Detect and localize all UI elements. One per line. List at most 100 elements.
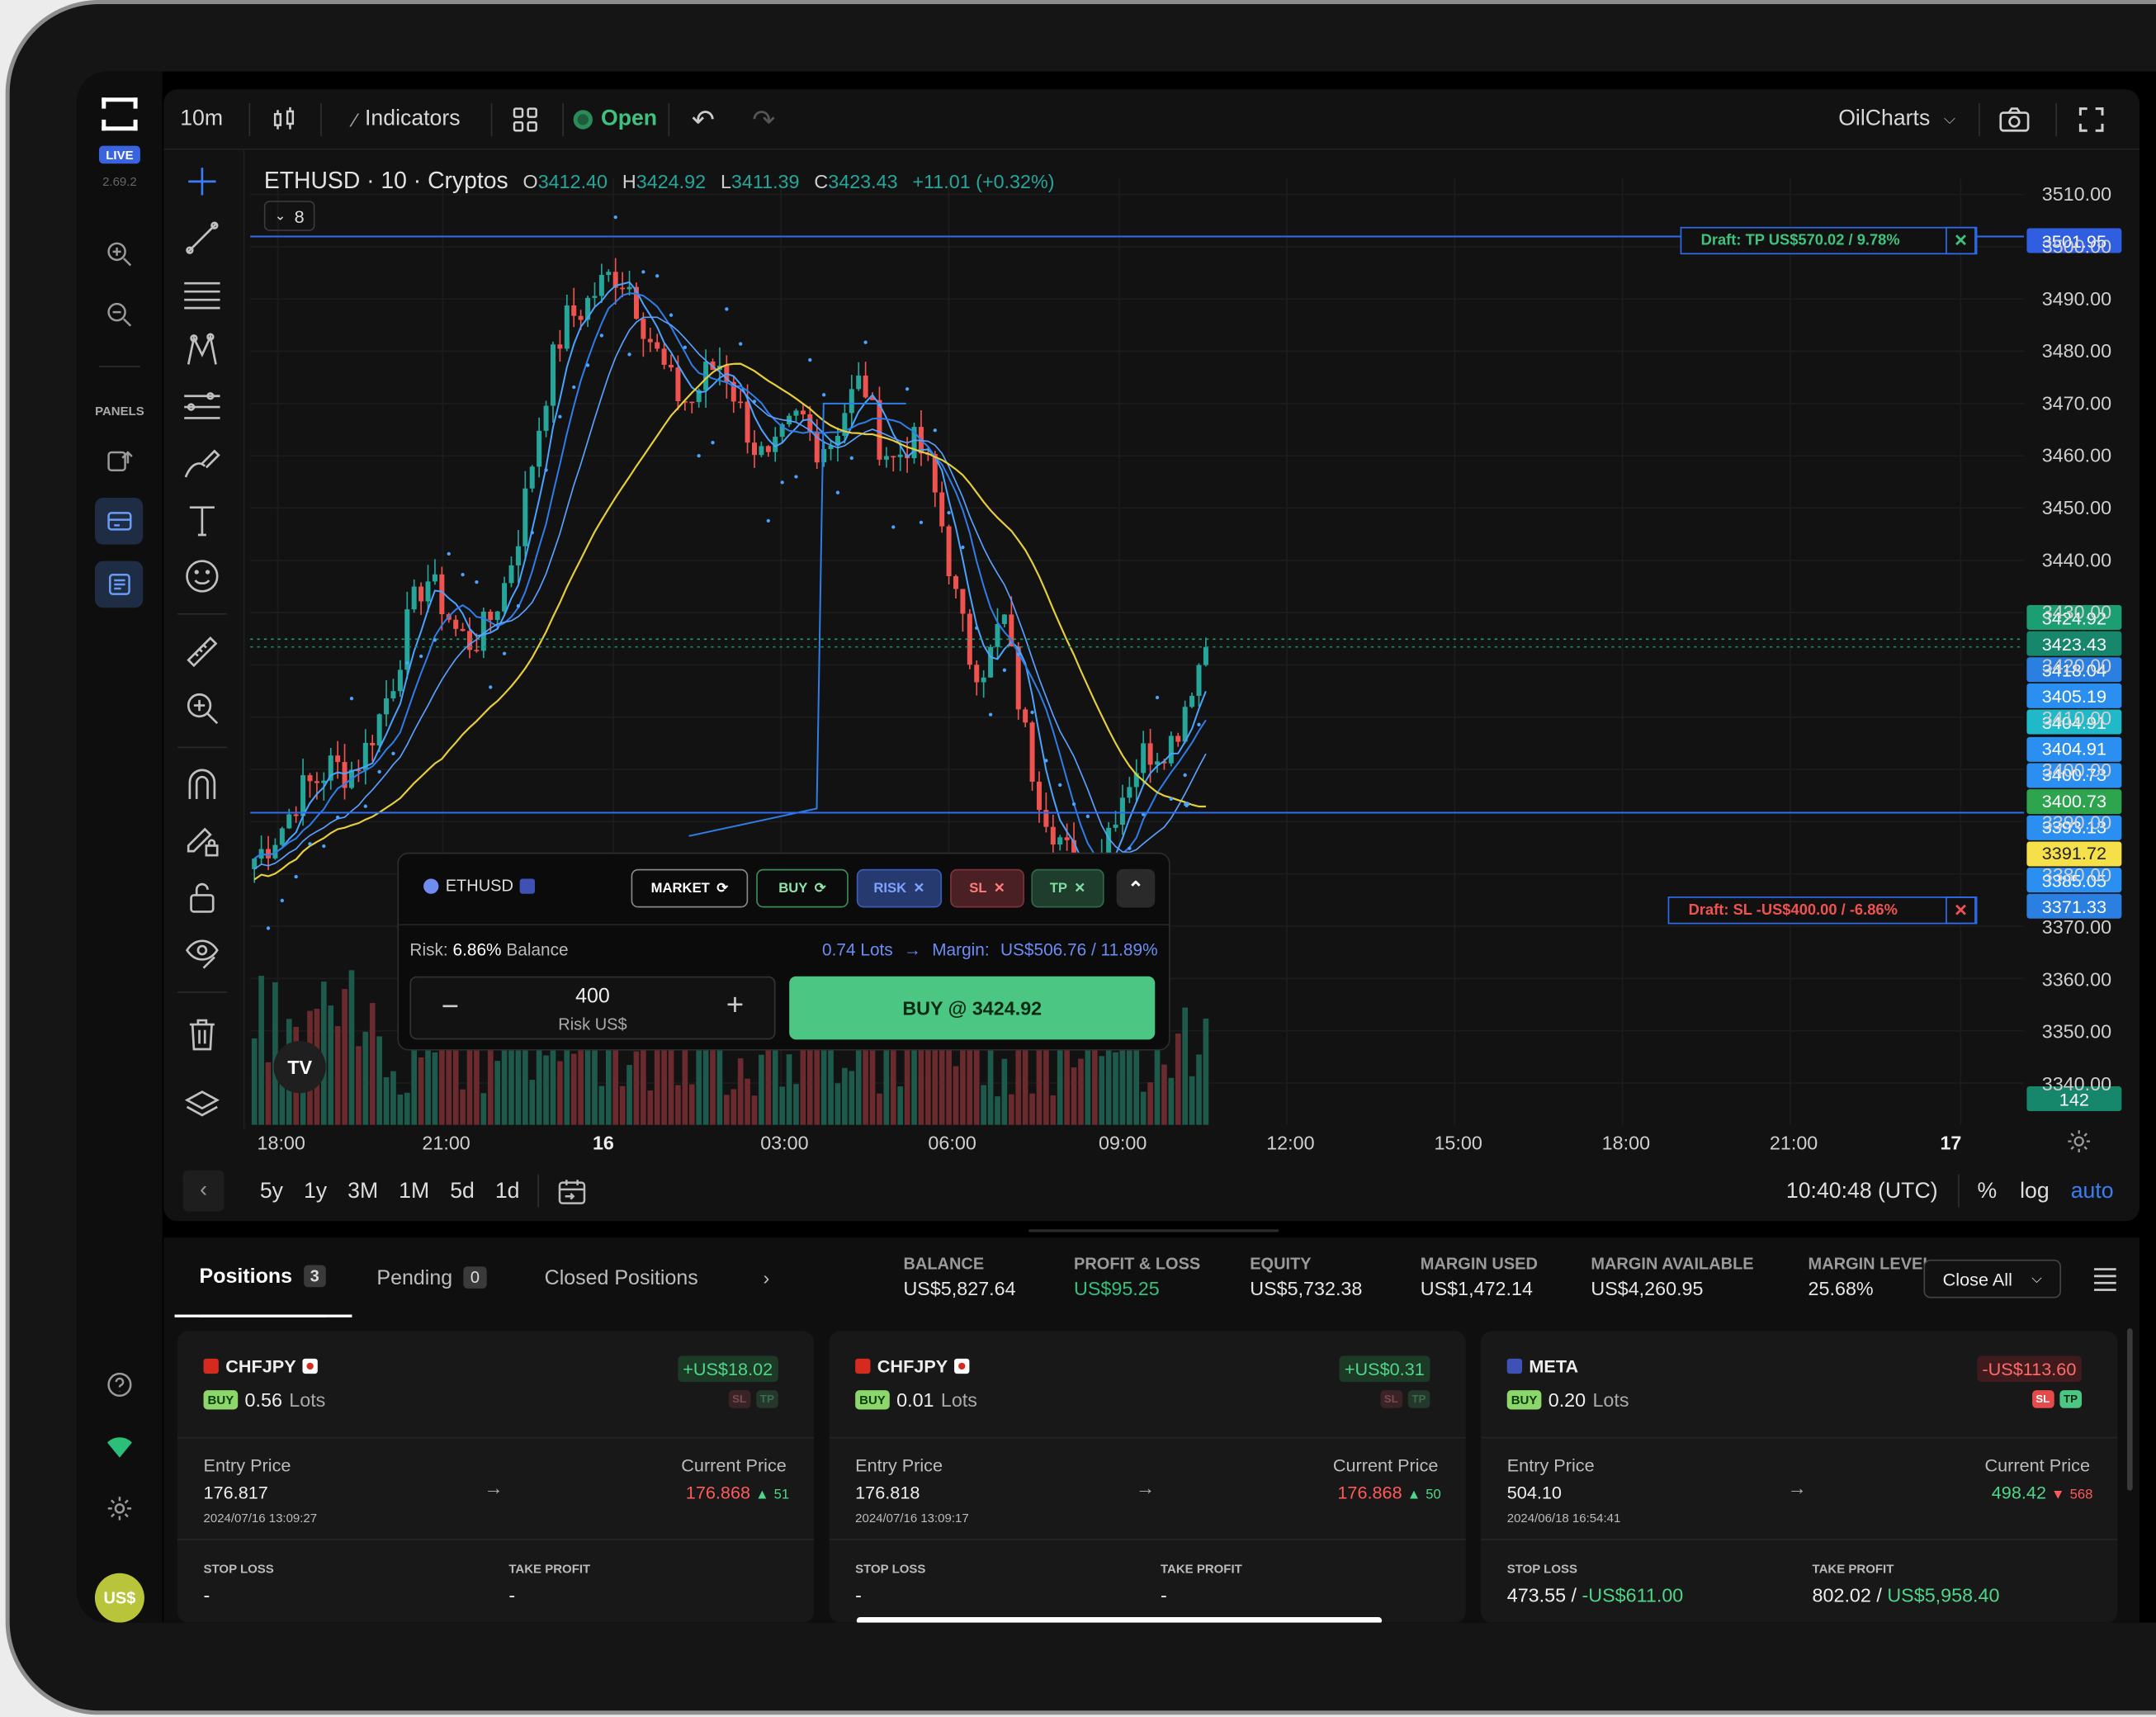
close-all-button[interactable]: Close All ⌵ bbox=[1923, 1259, 2062, 1298]
positions-panel-icon[interactable] bbox=[94, 561, 144, 608]
open-label: O bbox=[522, 170, 538, 193]
high-value: 3424.92 bbox=[636, 170, 707, 193]
tp-badge[interactable]: TP bbox=[1407, 1390, 1430, 1408]
close-icon[interactable]: ✕ bbox=[1946, 896, 1976, 925]
volume-bar bbox=[265, 1062, 272, 1125]
range-1d[interactable]: 1d bbox=[495, 1179, 520, 1204]
chevron-right-icon[interactable]: › bbox=[764, 1237, 770, 1317]
range-5d[interactable]: 5d bbox=[450, 1179, 475, 1204]
list-view-icon[interactable] bbox=[2092, 1265, 2119, 1300]
position-pnl: +US$18.02 bbox=[677, 1355, 778, 1383]
sar-dot bbox=[613, 215, 617, 220]
price-scale-label: 3420.00 bbox=[2041, 654, 2112, 676]
zoom-out-icon[interactable] bbox=[99, 294, 140, 335]
tab-closed-positions[interactable]: Closed Positions bbox=[545, 1237, 698, 1317]
volume-bar bbox=[570, 1053, 577, 1125]
risk-amount-value[interactable]: 400 bbox=[411, 985, 774, 1008]
account-avatar[interactable]: US$ bbox=[94, 1573, 144, 1623]
tab-pending[interactable]: Pending 0 bbox=[376, 1237, 487, 1317]
sl-badge[interactable]: SL bbox=[728, 1390, 751, 1408]
scrollbar[interactable] bbox=[2127, 1328, 2133, 1491]
auto-toggle[interactable]: auto bbox=[2071, 1162, 2114, 1222]
stop-loss-value[interactable]: - bbox=[204, 1584, 210, 1606]
risk-toggle[interactable]: RISK ✕ bbox=[856, 868, 943, 908]
sar-dot bbox=[919, 520, 924, 525]
symbol-title: ETHUSD · 10 · Cryptos bbox=[263, 168, 508, 194]
position-card[interactable]: CHFJPY BUY 0.56 Lots +US$18.02 SL TP Entry Pric… bbox=[177, 1331, 815, 1623]
sar-dot bbox=[489, 685, 493, 689]
resize-handle[interactable] bbox=[1028, 1229, 1279, 1232]
plus-icon[interactable]: + bbox=[726, 987, 744, 1023]
volume-bar bbox=[737, 1058, 744, 1125]
chevron-left-icon[interactable]: ‹ bbox=[182, 1170, 225, 1212]
sar-dot bbox=[1071, 802, 1076, 806]
sar-dot bbox=[405, 661, 409, 665]
volume-bar bbox=[863, 1045, 868, 1125]
tp-toggle[interactable]: TP ✕ bbox=[1031, 868, 1104, 908]
japan-flag-icon bbox=[302, 1358, 319, 1374]
calendar-icon[interactable] bbox=[557, 1162, 588, 1222]
stat-label: MARGIN AVAILABLE bbox=[1591, 1254, 1754, 1274]
tp-badge[interactable]: TP bbox=[755, 1390, 778, 1408]
sar-dot bbox=[1016, 652, 1020, 656]
price-delta: 50 bbox=[1426, 1488, 1441, 1503]
close-icon[interactable]: ✕ bbox=[1946, 226, 1976, 255]
sl-badge[interactable]: SL bbox=[2031, 1390, 2054, 1408]
candle bbox=[432, 574, 437, 582]
take-profit-value[interactable]: - bbox=[1161, 1584, 1167, 1606]
sl-badge[interactable]: SL bbox=[1379, 1390, 1402, 1408]
log-toggle[interactable]: log bbox=[2020, 1162, 2050, 1222]
stop-loss-value[interactable]: - bbox=[855, 1584, 862, 1606]
indicator-collapse-button[interactable]: ⌄ 8 bbox=[263, 201, 315, 231]
trade-panel-icon[interactable] bbox=[94, 498, 144, 545]
settings-icon[interactable] bbox=[99, 1488, 140, 1529]
range-5y[interactable]: 5y bbox=[260, 1179, 283, 1204]
volume-bar bbox=[522, 1043, 528, 1125]
side-button[interactable]: BUY ⟳ bbox=[756, 868, 849, 908]
order-type-button[interactable]: MARKET ⟳ bbox=[631, 868, 749, 908]
volume-bar bbox=[432, 1052, 438, 1125]
candle bbox=[974, 665, 980, 683]
candle bbox=[460, 628, 466, 631]
percent-toggle[interactable]: % bbox=[1977, 1162, 1997, 1222]
zoom-in-icon[interactable] bbox=[99, 234, 140, 275]
draft-tp-label[interactable]: Draft: TP US$570.02 / 9.78% ✕ bbox=[1680, 226, 1978, 255]
tp-badge[interactable]: TP bbox=[2059, 1390, 2083, 1408]
range-1M[interactable]: 1M bbox=[399, 1179, 429, 1204]
app-sidebar: LIVE 2.69.2 PANELS US$ bbox=[77, 71, 163, 1623]
help-icon[interactable] bbox=[99, 1364, 140, 1405]
volume-bar bbox=[759, 1054, 764, 1125]
sl-toggle[interactable]: SL ✕ bbox=[950, 868, 1025, 908]
utc-clock[interactable]: 10:40:48 (UTC) bbox=[1786, 1162, 1938, 1222]
sar-dot bbox=[877, 403, 882, 407]
candle bbox=[1023, 709, 1028, 723]
tab-positions[interactable]: Positions 3 bbox=[199, 1237, 327, 1317]
time-scale-label: 21:00 bbox=[422, 1131, 470, 1154]
buy-button[interactable]: BUY @ 3424.92 bbox=[789, 976, 1156, 1040]
position-card[interactable]: CHFJPY BUY 0.01 Lots +US$0.31 SL TP Entry Price… bbox=[829, 1331, 1466, 1623]
position-card[interactable]: META BUY 0.20 Lots -US$113.60 SL TP Entry Price… bbox=[1481, 1331, 2118, 1623]
sar-dot bbox=[1058, 783, 1062, 788]
stop-loss-value[interactable]: 473.55 / -US$611.00 bbox=[1507, 1584, 1684, 1606]
tradingview-logo[interactable]: TV bbox=[273, 1041, 326, 1094]
stat-label: PROFIT & LOSS bbox=[1074, 1254, 1201, 1274]
take-profit-value[interactable]: 802.02 / US$5,958.40 bbox=[1813, 1584, 2000, 1606]
stat-margin-used: MARGIN USED US$1,472.14 bbox=[1421, 1254, 1538, 1299]
range-3M[interactable]: 3M bbox=[348, 1179, 378, 1204]
take-profit-value[interactable]: - bbox=[508, 1584, 515, 1606]
draft-sl-label[interactable]: Draft: SL -US$400.00 / -6.86% ✕ bbox=[1667, 896, 1978, 925]
risk-amount-stepper[interactable]: − 400 Risk US$ + bbox=[409, 976, 776, 1040]
range-1y[interactable]: 1y bbox=[304, 1179, 327, 1204]
volume-bar bbox=[647, 1090, 654, 1125]
change-value: +11.01 (+0.32%) bbox=[912, 170, 1055, 193]
sar-dot bbox=[1085, 814, 1090, 819]
position-size: BUY 0.01 Lots bbox=[855, 1388, 977, 1411]
chevron-up-icon[interactable]: ⌃ bbox=[1116, 868, 1156, 908]
swap-panel-icon[interactable] bbox=[99, 440, 140, 481]
ma-mid-line bbox=[253, 292, 1207, 861]
app-logo[interactable] bbox=[99, 93, 140, 135]
chart-settings-icon[interactable] bbox=[2067, 1129, 2092, 1161]
price-scale-label: 3410.00 bbox=[2041, 706, 2112, 729]
live-badge: LIVE bbox=[98, 145, 140, 164]
price-scale-label: 3470.00 bbox=[2041, 392, 2112, 415]
